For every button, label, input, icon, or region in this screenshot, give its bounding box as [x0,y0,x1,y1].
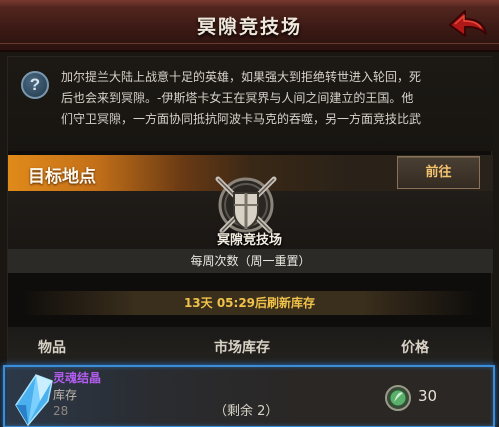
item-price: 30 [418,387,438,405]
item-remaining-count: （剩余 2） [214,404,279,419]
column-header-stock: 市场库存 [214,340,270,356]
column-header-price: 价格 [401,340,429,356]
page-title: 冥隙竞技场 [196,16,302,38]
weekly-count-row: 每周次数（周一重置） [8,249,493,273]
description-line: 后也会来到冥隙。-伊斯塔卡女王在冥界与人间之间建立的王国。他 [61,91,414,105]
arena-name-label: 冥隙竞技场 [216,233,282,248]
target-location-label: 目标地点 [28,167,96,187]
top-header-bar: 冥隙竞技场 [0,0,499,52]
item-stock-value: 28 [53,404,69,418]
column-header-item: 物品 [38,340,66,356]
arena-description: 加尔提兰大陆上战意十足的英雄，如果强大到拒绝转世进入轮回，死 后也会来到冥隙。-… [61,67,451,130]
item-name: 灵魂结晶 [53,371,102,385]
goto-button[interactable]: 前往 [397,156,480,189]
back-button[interactable] [447,8,489,42]
item-stock-label: 库存 [53,388,78,402]
description-line: 加尔提兰大陆上战意十足的英雄，如果强大到拒绝转世进入轮回，死 [61,70,422,84]
description-line: 们守卫冥隙，一方面协同抵抗阿波卡马克的吞噬，另一方面竞技比武 [61,112,422,126]
refresh-timer: 13天 05:29后刷新库存 [22,291,477,315]
arena-info-panel: ? 加尔提兰大陆上战意十足的英雄，如果强大到拒绝转世进入轮回，死 后也会来到冥隙… [3,56,495,427]
back-arrow-icon [449,10,487,37]
arena-coin-icon [385,385,411,411]
question-mark-icon[interactable]: ? [21,71,49,99]
description-area: ? 加尔提兰大陆上战意十足的英雄，如果强大到拒绝转世进入轮回，死 后也会来到冥隙… [8,57,493,151]
soul-crystal-icon [15,374,53,427]
